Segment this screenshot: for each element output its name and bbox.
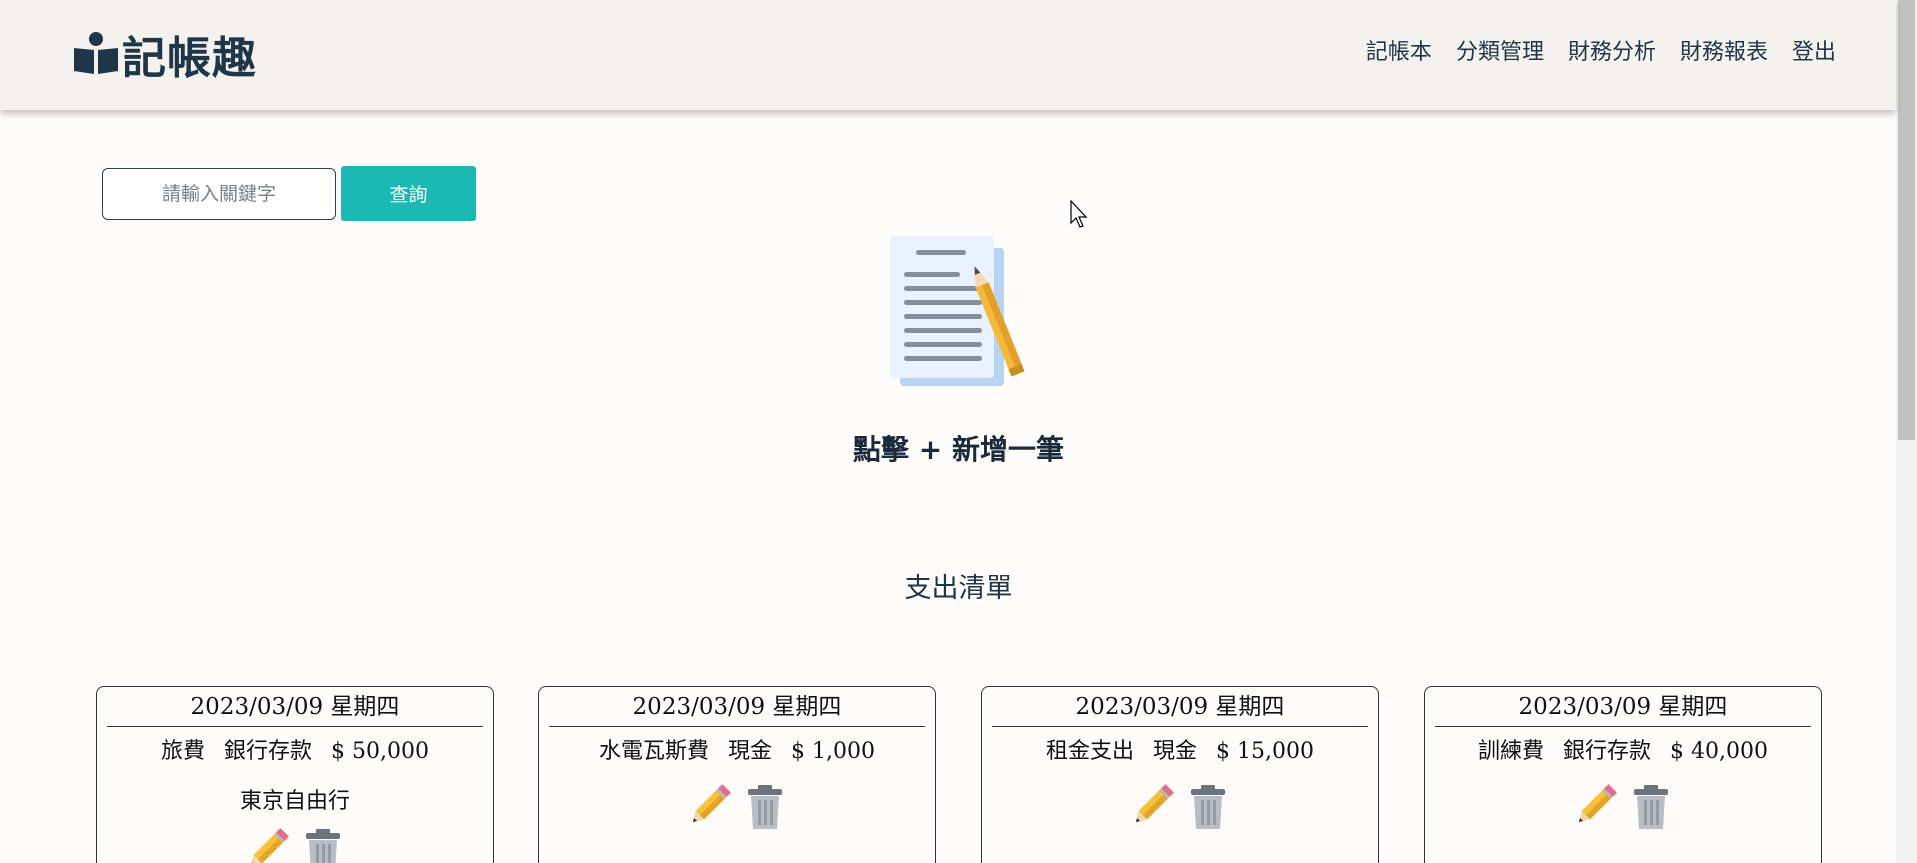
card-note: 東京自由行 <box>239 789 350 814</box>
card-category: 租金支出 <box>1046 739 1135 764</box>
card-date: 2023/03/09 星期四 <box>992 687 1368 727</box>
card-detail: 水電瓦斯費 現金 $ 1,000 <box>539 733 935 765</box>
logo[interactable]: 記帳趣 <box>72 22 257 86</box>
pencil-edit-icon[interactable] <box>1570 781 1620 831</box>
top-navbar: 記帳趣 記帳本 分類管理 財務分析 財務報表 登出 <box>0 0 1896 110</box>
card-account: 現金 <box>728 739 773 764</box>
card-date: 2023/03/09 星期四 <box>549 687 925 727</box>
trash-delete-icon[interactable] <box>1626 781 1676 831</box>
trash-delete-icon[interactable] <box>1183 781 1233 831</box>
card-category: 水電瓦斯費 <box>598 739 709 764</box>
card-account: 銀行存款 <box>1563 739 1652 764</box>
card-account: 銀行存款 <box>224 739 313 764</box>
trash-delete-icon[interactable] <box>298 825 348 863</box>
mouse-cursor-icon <box>1070 200 1088 228</box>
logo-text: 記帳趣 <box>122 33 257 84</box>
card-actions <box>1425 781 1821 831</box>
add-entry-label[interactable]: 點擊 + 新增一筆 <box>0 428 1917 468</box>
card-actions <box>982 781 1378 831</box>
nav-ledger[interactable]: 記帳本 <box>1366 34 1432 66</box>
pencil-edit-icon[interactable] <box>684 781 734 831</box>
expense-card: 2023/03/09 星期四 旅費 銀行存款 $ 50,000 東京自由行 <box>96 686 494 863</box>
card-date: 2023/03/09 星期四 <box>107 687 483 727</box>
expense-card: 2023/03/09 星期四 租金支出 現金 $ 15,000 <box>981 686 1379 863</box>
card-actions <box>539 781 935 831</box>
card-amount: $ 50,000 <box>331 739 429 764</box>
pencil-edit-icon[interactable] <box>1127 781 1177 831</box>
card-detail: 租金支出 現金 $ 15,000 <box>982 733 1378 765</box>
nav-logout[interactable]: 登出 <box>1792 34 1836 66</box>
search-button[interactable]: 查詢 <box>341 166 476 221</box>
trash-delete-icon[interactable] <box>740 781 790 831</box>
card-detail: 旅費 銀行存款 $ 50,000 <box>97 733 493 765</box>
card-actions <box>97 825 493 863</box>
card-account: 現金 <box>1153 739 1198 764</box>
nav-financial-analysis[interactable]: 財務分析 <box>1568 34 1656 66</box>
card-category: 訓練費 <box>1478 739 1545 764</box>
search-input[interactable] <box>102 168 336 220</box>
nav-financial-report[interactable]: 財務報表 <box>1680 34 1768 66</box>
pencil-edit-icon[interactable] <box>242 825 292 863</box>
card-detail: 訓練費 銀行存款 $ 40,000 <box>1425 733 1821 765</box>
card-category: 旅費 <box>161 739 206 764</box>
expense-list-title: 支出清單 <box>904 573 1013 604</box>
document-pencil-icon[interactable] <box>886 232 1028 392</box>
expense-card: 2023/03/09 星期四 訓練費 銀行存款 $ 40,000 <box>1424 686 1822 863</box>
nav-category-management[interactable]: 分類管理 <box>1456 34 1544 66</box>
scrollbar-thumb[interactable] <box>1898 0 1915 440</box>
card-amount: $ 40,000 <box>1670 739 1768 764</box>
main-nav: 記帳本 分類管理 財務分析 財務報表 登出 <box>1366 34 1836 66</box>
card-amount: $ 15,000 <box>1216 739 1314 764</box>
expense-card: 2023/03/09 星期四 水電瓦斯費 現金 $ 1,000 <box>538 686 936 863</box>
card-amount: $ 1,000 <box>791 739 875 764</box>
reader-book-icon <box>74 32 118 74</box>
card-date: 2023/03/09 星期四 <box>1435 687 1811 727</box>
